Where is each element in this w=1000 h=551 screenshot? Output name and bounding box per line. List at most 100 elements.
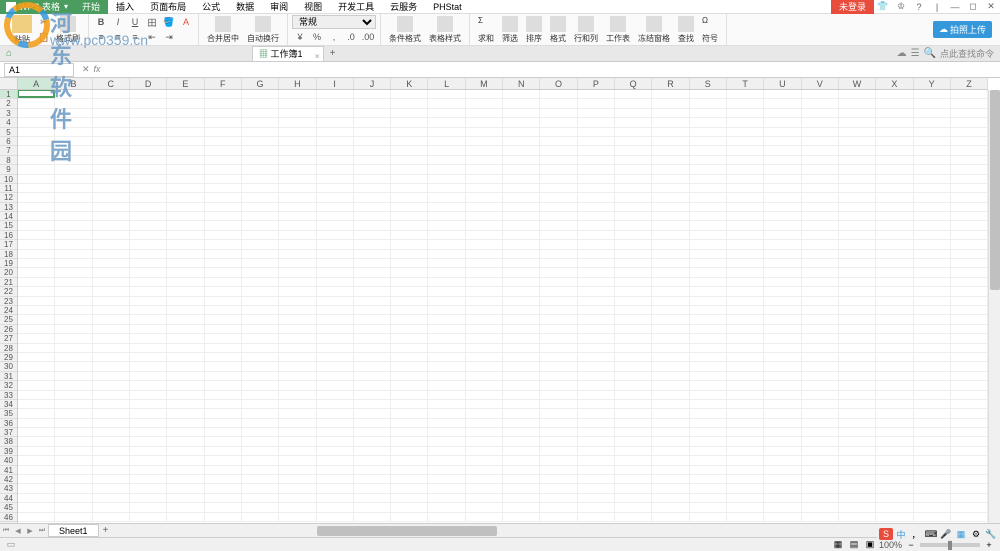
cell[interactable] <box>727 240 764 248</box>
cell[interactable] <box>802 437 839 445</box>
cell[interactable] <box>615 278 652 286</box>
cell[interactable] <box>242 353 279 361</box>
cell[interactable] <box>764 391 801 399</box>
cell[interactable] <box>55 99 92 107</box>
cell[interactable] <box>951 99 988 107</box>
cell[interactable] <box>578 268 615 276</box>
cell[interactable] <box>764 503 801 511</box>
cell[interactable] <box>540 203 577 211</box>
row-header[interactable]: 33 <box>0 391 17 400</box>
cell[interactable] <box>55 334 92 342</box>
cell[interactable] <box>690 353 727 361</box>
cell[interactable] <box>615 456 652 464</box>
cell[interactable] <box>428 175 465 183</box>
cell[interactable] <box>876 203 913 211</box>
cell[interactable] <box>690 287 727 295</box>
cell[interactable] <box>951 456 988 464</box>
cell[interactable] <box>130 156 167 164</box>
cell[interactable] <box>876 193 913 201</box>
cell[interactable] <box>503 250 540 258</box>
cell[interactable] <box>205 306 242 314</box>
cell[interactable] <box>652 447 689 455</box>
fill-color-button[interactable]: 🪣 <box>161 15 177 29</box>
cell[interactable] <box>242 428 279 436</box>
cell[interactable] <box>205 428 242 436</box>
cell[interactable] <box>615 184 652 192</box>
cell[interactable] <box>391 184 428 192</box>
cell[interactable] <box>578 297 615 305</box>
row-header[interactable]: 40 <box>0 456 17 465</box>
cell[interactable] <box>578 503 615 511</box>
cell[interactable] <box>652 212 689 220</box>
cell[interactable] <box>55 456 92 464</box>
cell[interactable] <box>130 400 167 408</box>
row-header[interactable]: 27 <box>0 334 17 343</box>
cell[interactable] <box>428 456 465 464</box>
cell[interactable] <box>242 90 279 98</box>
cell[interactable] <box>279 381 316 389</box>
cell[interactable] <box>802 447 839 455</box>
cell[interactable] <box>914 165 951 173</box>
cell[interactable] <box>615 503 652 511</box>
cell[interactable] <box>802 315 839 323</box>
cell[interactable] <box>354 344 391 352</box>
cell[interactable] <box>503 466 540 474</box>
cell[interactable] <box>93 484 130 492</box>
cell[interactable] <box>690 156 727 164</box>
cell[interactable] <box>839 353 876 361</box>
cell[interactable] <box>540 315 577 323</box>
cell[interactable] <box>428 268 465 276</box>
cell[interactable] <box>839 128 876 136</box>
cell[interactable] <box>55 419 92 427</box>
ime-icon[interactable]: S <box>879 528 893 540</box>
cell[interactable] <box>55 344 92 352</box>
cell[interactable] <box>130 109 167 117</box>
cell[interactable] <box>839 409 876 417</box>
cell[interactable] <box>279 193 316 201</box>
cell[interactable] <box>130 203 167 211</box>
cell[interactable] <box>540 475 577 483</box>
cell[interactable] <box>167 362 204 370</box>
column-header[interactable]: D <box>130 78 167 89</box>
row-header[interactable]: 1 <box>0 90 17 99</box>
cell[interactable] <box>93 156 130 164</box>
cell[interactable] <box>802 466 839 474</box>
cell[interactable] <box>242 447 279 455</box>
cell[interactable] <box>428 212 465 220</box>
cell[interactable] <box>727 175 764 183</box>
cell[interactable] <box>317 156 354 164</box>
cell[interactable] <box>466 334 503 342</box>
cell[interactable] <box>466 381 503 389</box>
cell[interactable] <box>764 353 801 361</box>
cell[interactable] <box>876 221 913 229</box>
row-header[interactable]: 38 <box>0 437 17 446</box>
cell[interactable] <box>18 391 55 399</box>
cell[interactable] <box>802 475 839 483</box>
cell[interactable] <box>466 475 503 483</box>
menu-tab-4[interactable]: 数据 <box>228 0 262 14</box>
cell[interactable] <box>578 447 615 455</box>
cell[interactable] <box>391 231 428 239</box>
column-header[interactable]: V <box>802 78 839 89</box>
cell[interactable] <box>802 268 839 276</box>
cell[interactable] <box>391 175 428 183</box>
cell[interactable] <box>391 250 428 258</box>
cell[interactable] <box>167 391 204 399</box>
cell[interactable] <box>914 344 951 352</box>
find-button[interactable]: 查找 <box>674 14 698 46</box>
cell[interactable] <box>18 212 55 220</box>
cell[interactable] <box>764 315 801 323</box>
cell[interactable] <box>18 250 55 258</box>
cell[interactable] <box>93 315 130 323</box>
cell[interactable] <box>18 221 55 229</box>
comma-button[interactable]: , <box>326 30 342 44</box>
view-normal-button[interactable]: ▦ <box>831 539 845 551</box>
row-header[interactable]: 15 <box>0 221 17 230</box>
cell[interactable] <box>55 193 92 201</box>
cell[interactable] <box>93 362 130 370</box>
row-header[interactable]: 26 <box>0 325 17 334</box>
cell[interactable] <box>466 231 503 239</box>
cell[interactable] <box>764 494 801 502</box>
cell[interactable] <box>466 278 503 286</box>
menu-tab-2[interactable]: 页面布局 <box>142 0 194 14</box>
